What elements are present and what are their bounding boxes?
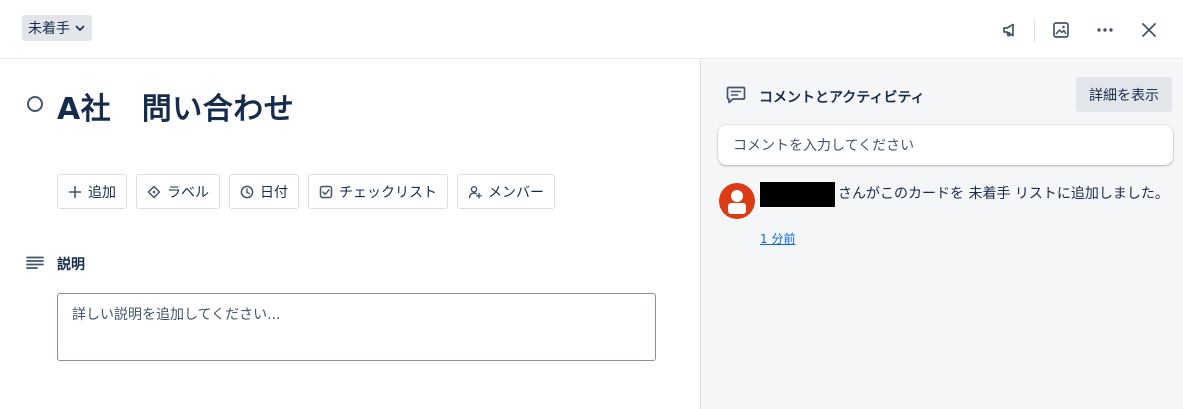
cover-button[interactable] bbox=[1045, 14, 1077, 46]
description-icon bbox=[26, 256, 44, 269]
show-details-button[interactable]: 詳細を表示 bbox=[1076, 77, 1172, 112]
list-name: 未着手 bbox=[28, 21, 70, 37]
header-divider bbox=[1034, 18, 1035, 42]
checklist-button[interactable]: チェックリスト bbox=[308, 174, 448, 209]
comment-input[interactable]: コメントを入力してください bbox=[718, 125, 1173, 165]
tag-icon bbox=[147, 185, 161, 198]
add-button-label: 追加 bbox=[88, 184, 116, 201]
activity-panel: コメントとアクティビティ 詳細を表示 コメントを入力してください さんがこのカー… bbox=[700, 60, 1183, 409]
description-heading: 説明 bbox=[57, 257, 85, 273]
labels-button-label: ラベル bbox=[167, 184, 209, 201]
close-button[interactable] bbox=[1133, 14, 1165, 46]
comment-icon bbox=[726, 86, 746, 104]
labels-button[interactable]: ラベル bbox=[136, 174, 220, 209]
redacted-username bbox=[760, 182, 835, 207]
members-button-label: メンバー bbox=[488, 184, 544, 201]
feedback-button[interactable] bbox=[994, 14, 1026, 46]
card-main: A社 問い合わせ 追加 ラベル 日付 チェックリスト メンバー 説明 詳しい説明… bbox=[0, 60, 700, 409]
checkbox-icon bbox=[319, 185, 333, 198]
dates-button[interactable]: 日付 bbox=[229, 174, 299, 209]
clock-icon bbox=[240, 185, 254, 198]
more-icon bbox=[1097, 28, 1113, 32]
user-icon bbox=[728, 190, 746, 214]
image-icon bbox=[1053, 22, 1069, 38]
activity-heading: コメントとアクティビティ bbox=[759, 90, 925, 106]
complete-checkbox[interactable] bbox=[27, 96, 43, 112]
avatar[interactable] bbox=[719, 183, 755, 219]
card-actions: 追加 ラベル 日付 チェックリスト メンバー bbox=[57, 174, 555, 209]
checklist-button-label: チェックリスト bbox=[339, 184, 437, 201]
chevron-down-icon bbox=[75, 25, 85, 31]
plus-icon bbox=[68, 185, 82, 198]
description-input[interactable]: 詳しい説明を追加してください... bbox=[57, 293, 656, 361]
add-person-icon bbox=[468, 185, 482, 199]
members-button[interactable]: メンバー bbox=[457, 174, 555, 209]
dates-button-label: 日付 bbox=[260, 184, 288, 201]
card-title[interactable]: A社 問い合わせ bbox=[57, 84, 294, 128]
list-selector[interactable]: 未着手 bbox=[22, 15, 92, 41]
activity-timestamp[interactable]: 1 分前 bbox=[760, 230, 795, 247]
close-icon bbox=[1142, 23, 1156, 37]
more-button[interactable] bbox=[1089, 14, 1121, 46]
card-header: 未着手 bbox=[0, 0, 1183, 59]
megaphone-icon bbox=[1003, 23, 1014, 37]
add-button[interactable]: 追加 bbox=[57, 174, 127, 209]
